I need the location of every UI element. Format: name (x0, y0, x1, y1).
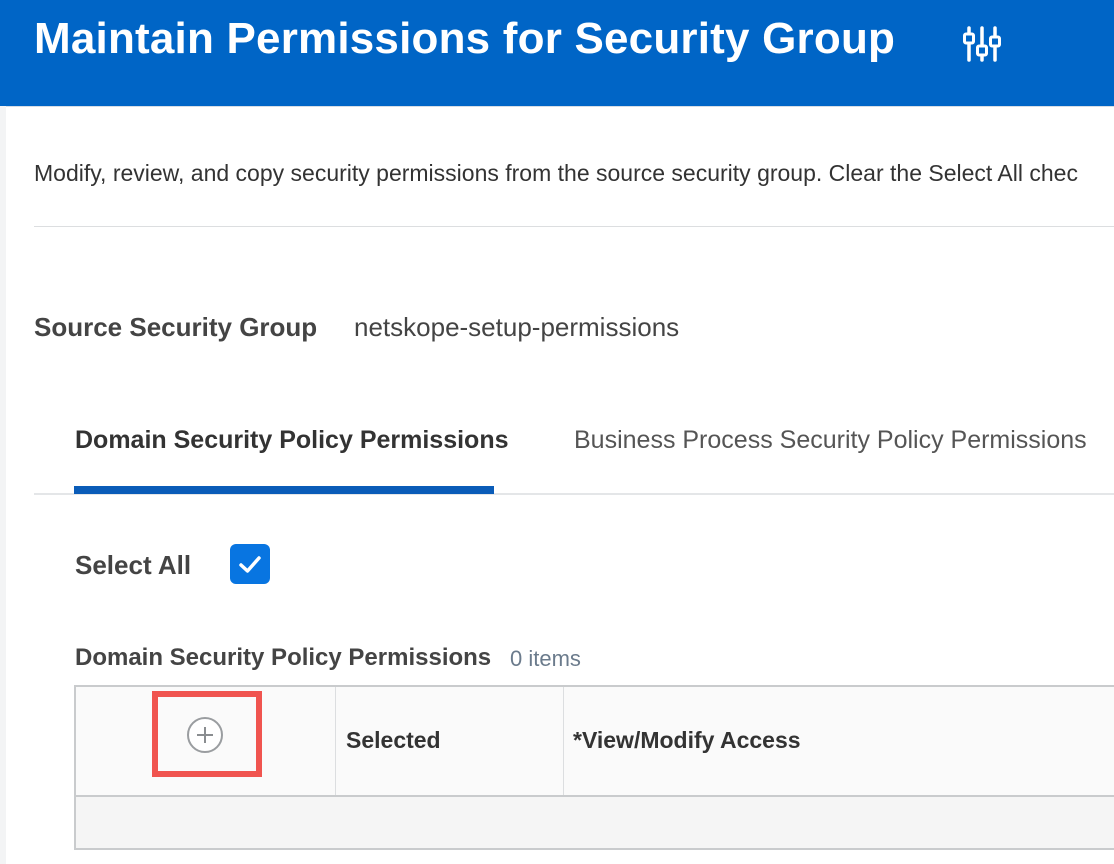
page-description: Modify, review, and copy security permis… (34, 160, 1078, 186)
section-divider (34, 226, 1114, 227)
grid-item-count: 0 items (510, 646, 581, 671)
column-header-selected[interactable]: Selected (346, 727, 441, 754)
column-divider (335, 687, 336, 795)
add-row-highlight (152, 691, 262, 777)
source-security-group-value: netskope-setup-permissions (354, 312, 680, 342)
tab-business-process-security-policy-permissions[interactable]: Business Process Security Policy Permiss… (574, 426, 1087, 455)
source-security-group-label: Source Security Group (34, 312, 318, 342)
grid-empty-row (76, 797, 1114, 848)
tab-domain-security-policy-permissions[interactable]: Domain Security Policy Permissions (75, 426, 509, 455)
column-divider (563, 687, 564, 795)
column-header-view-modify-access[interactable]: *View/Modify Access (573, 727, 801, 754)
permissions-grid: Selected *View/Modify Access (74, 685, 1114, 850)
checkmark-icon (239, 556, 261, 573)
grid-title: Domain Security Policy Permissions (75, 644, 492, 671)
active-tab-indicator (74, 486, 494, 494)
select-all-checkbox[interactable] (230, 544, 270, 584)
select-all-label: Select All (75, 550, 192, 580)
page-header: Maintain Permissions for Security Group (0, 0, 1114, 107)
configure-sliders-icon[interactable] (962, 24, 1002, 64)
grid-header-row: Selected *View/Modify Access (76, 687, 1114, 797)
left-edge (0, 106, 6, 864)
page-title: Maintain Permissions for Security Group (34, 14, 896, 63)
